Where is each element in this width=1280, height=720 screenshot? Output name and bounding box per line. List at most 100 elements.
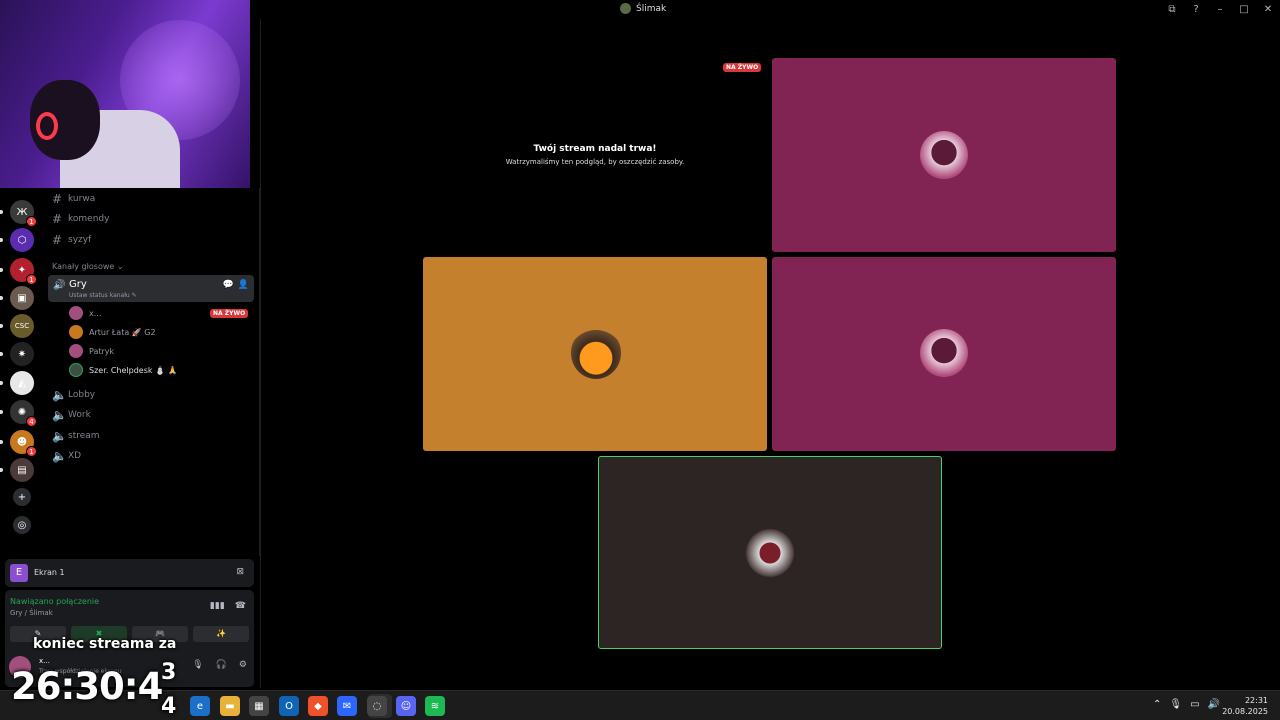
sidebar-divider <box>260 19 261 688</box>
close-button[interactable]: ✕ <box>1256 4 1280 15</box>
channel-label: kurwa <box>68 194 96 204</box>
unread-pip <box>0 296 3 300</box>
text-channel-komendy[interactable]: # komendy <box>52 210 109 228</box>
unread-pip <box>0 468 3 472</box>
server-icon[interactable]: ✦ 1 <box>10 258 37 285</box>
server-icon[interactable]: ☻ 1 <box>10 430 37 457</box>
server-icon[interactable]: ◭ <box>10 371 34 395</box>
os-taskbar: e ▬ ▦ O ◆ ✉ ◌ ☺ ≋ ⌃ 🎙 ▭ 🔊 22:31 20.08.2025 <box>0 690 1280 720</box>
minimize-button[interactable]: – <box>1208 4 1232 15</box>
explore-servers-button[interactable]: ◎ <box>13 516 31 534</box>
taskbar-app-icon[interactable]: e <box>190 696 210 716</box>
screen-label: Ekran 1 <box>34 568 65 577</box>
tray-volume-icon[interactable]: 🔊 <box>1208 699 1220 710</box>
server-icon[interactable]: ✷ <box>10 342 34 366</box>
speaker-icon: 🔈 <box>52 408 67 422</box>
tray-network-icon[interactable]: ▭ <box>1190 699 1199 710</box>
set-channel-status[interactable]: Ustaw status kanału ✎ <box>69 292 137 299</box>
unread-pip <box>0 440 3 444</box>
stop-share-icon[interactable]: ⊠ <box>236 567 244 577</box>
settings-icon[interactable]: ⚙ <box>239 660 247 670</box>
participant-tile-speaking[interactable] <box>598 456 942 649</box>
channel-label: XD <box>68 451 82 461</box>
hash-icon: # <box>52 233 63 247</box>
voice-member[interactable]: Szer. Chelpdesk ⛄ 🙏 <box>69 362 178 378</box>
voice-channel-work[interactable]: 🔈 Work <box>52 406 91 424</box>
screen-initial-icon: E <box>10 564 28 582</box>
member-name: Artur Łata 🚀 G2 <box>89 327 156 337</box>
avatar <box>69 325 83 339</box>
mention-badge: 1 <box>26 446 37 457</box>
system-tray: ⌃ 🎙 ▭ 🔊 <box>1153 699 1220 710</box>
voice-member[interactable]: x... <box>69 305 101 321</box>
tray-overflow-icon[interactable]: ⌃ <box>1153 699 1161 710</box>
voice-channel-gry[interactable]: 🔊 Gry Ustaw status kanału ✎ 💬 👤 <box>48 275 254 302</box>
voice-channel-actions: 💬 👤 <box>223 280 249 290</box>
text-channel-kurwa[interactable]: # kurwa <box>52 190 95 208</box>
channel-list: # kurwa # komendy # syzyf Kanały głosowe… <box>44 188 260 556</box>
taskbar-app-icon[interactable]: ✉ <box>337 696 357 716</box>
voice-category-header[interactable]: Kanały głosowe ⌄ <box>52 262 124 271</box>
server-glyph: ▣ <box>17 292 27 304</box>
clock-time: 22:31 <box>1244 696 1268 705</box>
connection-status[interactable]: Nawiązano połączenie <box>10 597 99 606</box>
voice-channel-lobby[interactable]: 🔈 Lobby <box>52 386 95 404</box>
server-glyph: ✦ <box>17 264 27 276</box>
taskbar-app-icon[interactable]: ▦ <box>249 696 269 716</box>
server-glyph: Ж <box>16 206 28 218</box>
hash-icon: # <box>52 212 63 226</box>
maximize-button[interactable]: □ <box>1232 4 1256 15</box>
microphone-icon[interactable]: 🎙 <box>192 660 203 670</box>
connection-actions: ▮▮▮ ☎ <box>210 601 246 611</box>
participant-tile[interactable] <box>423 257 767 451</box>
avatar <box>69 306 83 320</box>
live-badge[interactable]: NA ŻYWO <box>210 309 249 318</box>
disconnect-icon[interactable]: ☎ <box>235 601 246 611</box>
chat-bubble-icon[interactable]: 💬 <box>223 280 234 290</box>
unread-pip <box>0 381 3 385</box>
voice-channel-stream[interactable]: 🔈 stream <box>52 427 100 445</box>
taskbar-app-icon[interactable]: ◌ <box>367 696 387 716</box>
server-icon[interactable]: ⬡ <box>10 228 34 252</box>
text-channel-syzyf[interactable]: # syzyf <box>52 231 91 249</box>
window-title: Ślimak <box>620 3 666 14</box>
speaker-icon: 🔈 <box>52 388 67 402</box>
speaker-icon: 🔈 <box>52 429 67 443</box>
voice-channel-xd[interactable]: 🔈 XD <box>52 447 81 465</box>
server-icon[interactable]: CSC <box>10 314 34 338</box>
server-icon[interactable]: ✺ 4 <box>10 400 37 427</box>
invite-user-icon[interactable]: 👤 <box>238 280 249 290</box>
server-glyph: ◭ <box>18 377 26 389</box>
headphones-icon[interactable]: 🎧 <box>216 660 227 670</box>
taskbar-clock[interactable]: 22:31 20.08.2025 <box>1222 695 1268 717</box>
server-icon[interactable]: ▤ <box>10 458 34 482</box>
participant-tile[interactable] <box>772 257 1116 451</box>
server-glyph: ▤ <box>17 464 27 476</box>
participant-tile[interactable] <box>772 58 1116 252</box>
screen-share-icon[interactable]: ⧉ <box>1160 4 1184 15</box>
server-icon[interactable]: ▣ <box>10 286 34 310</box>
help-icon[interactable]: ? <box>1184 4 1208 15</box>
screen-share-panel[interactable]: E Ekran 1 ⊠ <box>5 559 254 587</box>
member-name: x... <box>89 308 102 318</box>
channel-label: Work <box>68 410 91 420</box>
paused-subtitle: Watrzymaliśmy ten podgląd, by oszczędzić… <box>505 158 685 166</box>
countdown-tail-top: 3 <box>161 660 176 685</box>
taskbar-app-icon[interactable]: ≋ <box>425 696 445 716</box>
taskbar-app-icon[interactable]: ☺ <box>396 696 416 716</box>
taskbar-app-icon[interactable]: ▬ <box>220 696 240 716</box>
soundboard-button[interactable]: ✨ <box>193 626 249 642</box>
noise-suppression-icon[interactable]: ▮▮▮ <box>210 601 225 611</box>
server-icon[interactable]: Ж1 <box>10 200 37 227</box>
add-server-button[interactable]: + <box>13 488 31 506</box>
webcam-headphones <box>36 112 58 140</box>
tray-microphone-icon[interactable]: 🎙 <box>1169 699 1182 710</box>
voice-member[interactable]: Artur Łata 🚀 G2 <box>69 324 156 340</box>
taskbar-app-icon[interactable]: ◆ <box>308 696 328 716</box>
own-stream-paused-tile[interactable]: Twój stream nadal trwa! Watrzymaliśmy te… <box>423 58 767 252</box>
voice-member[interactable]: Patryk <box>69 343 114 359</box>
server-glyph: ☻ <box>16 436 28 448</box>
participant-avatar <box>920 329 968 377</box>
taskbar-app-icon[interactable]: O <box>279 696 299 716</box>
connection-location[interactable]: Gry / Ślimak <box>10 609 53 617</box>
